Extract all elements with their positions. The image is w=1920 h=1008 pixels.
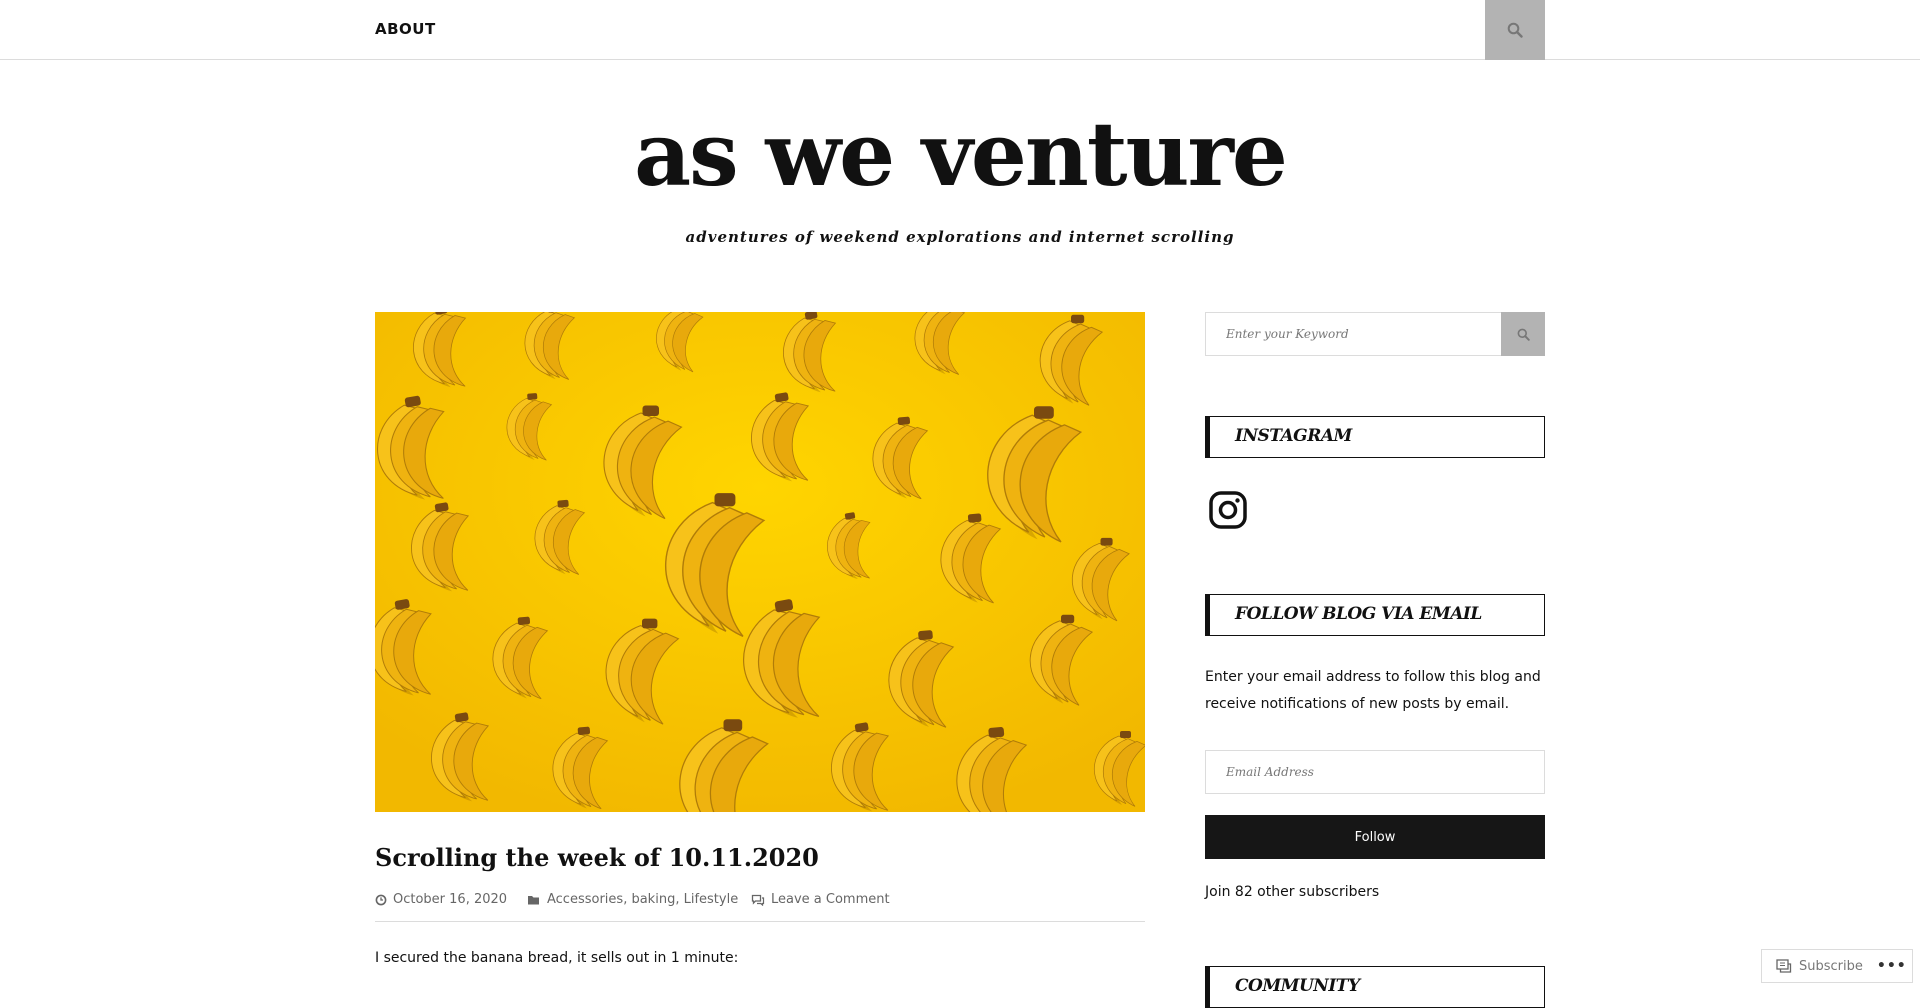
site-title[interactable]: as we venture xyxy=(0,110,1920,198)
subscribe-label: Subscribe xyxy=(1799,958,1863,974)
instagram-widget-title: INSTAGRAM xyxy=(1205,416,1545,458)
nav-item-about[interactable]: ABOUT xyxy=(375,20,436,38)
search-icon xyxy=(1507,22,1523,38)
bananas-pattern-image xyxy=(375,312,1145,812)
comments-icon xyxy=(751,894,765,906)
post-comments: Leave a Comment xyxy=(751,892,890,907)
post-excerpt: I secured the banana bread, it sells out… xyxy=(375,950,739,966)
top-navigation-bar: ABOUT xyxy=(0,0,1920,60)
site-tagline: adventures of weekend explorations and i… xyxy=(685,228,1235,246)
category-link-accessories[interactable]: Accessories xyxy=(547,892,623,907)
more-options-button[interactable]: ••• xyxy=(1877,958,1907,974)
reader-icon xyxy=(1776,959,1792,973)
post-title[interactable]: Scrolling the week of 10.11.2020 xyxy=(375,843,819,872)
category-separator: , xyxy=(623,892,628,907)
subscribe-button[interactable]: Subscribe xyxy=(1762,959,1863,974)
post-date: October 16, 2020 xyxy=(375,892,507,907)
leave-comment-link[interactable]: Leave a Comment xyxy=(771,892,890,907)
instagram-icon xyxy=(1209,491,1247,529)
post-date-link[interactable]: October 16, 2020 xyxy=(393,892,507,907)
subscriber-count: Join 82 other subscribers xyxy=(1205,884,1380,900)
post-categories: Accessories, baking, Lifestyle xyxy=(527,892,738,907)
header-search-button[interactable] xyxy=(1485,0,1545,60)
featured-image[interactable] xyxy=(375,312,1145,812)
community-widget-title: COMMUNITY xyxy=(1205,966,1545,1008)
search-icon xyxy=(1517,328,1530,341)
category-link-baking[interactable]: baking xyxy=(631,892,675,907)
subscribe-bar: Subscribe ••• xyxy=(1761,949,1913,983)
sidebar-search-form xyxy=(1205,312,1545,356)
category-link-lifestyle[interactable]: Lifestyle xyxy=(684,892,739,907)
follow-widget-title: FOLLOW BLOG VIA EMAIL xyxy=(1205,594,1545,636)
sidebar-search-input[interactable] xyxy=(1206,313,1502,355)
post-meta: October 16, 2020 Accessories, baking, Li… xyxy=(375,892,1145,922)
follow-button[interactable]: Follow xyxy=(1205,815,1545,859)
email-address-field[interactable] xyxy=(1205,750,1545,794)
follow-description: Enter your email address to follow this … xyxy=(1205,669,1541,712)
folder-icon xyxy=(528,895,539,904)
sidebar-search-button[interactable] xyxy=(1501,312,1545,356)
clock-icon xyxy=(375,894,387,905)
category-separator: , xyxy=(675,892,680,907)
instagram-link[interactable] xyxy=(1208,490,1248,530)
